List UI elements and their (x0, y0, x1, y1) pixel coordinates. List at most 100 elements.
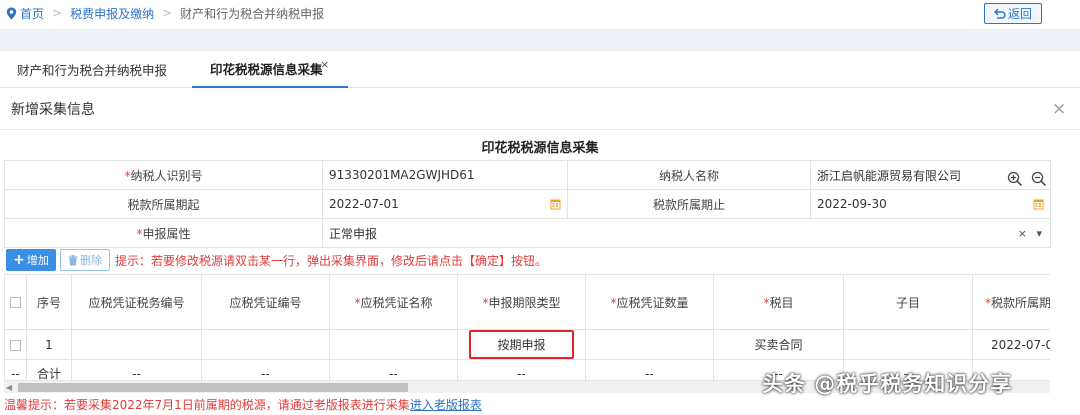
period-end-value: 2022-09-30 (817, 197, 887, 211)
tab-combined-filing[interactable]: 财产和行为税合并纳税申报 (17, 51, 167, 88)
tax-source-table: 序号 应税凭证税务编号 应税凭证编号 *应税凭证名称 *申报期限类型 *应税凭证… (4, 274, 1050, 380)
header-label: 子目 (895, 295, 920, 310)
header-label: 申报期限类型 (488, 295, 561, 310)
location-pin-icon (6, 7, 17, 19)
breadcrumb-separator-icon: > (162, 6, 173, 20)
return-arrow-icon (993, 8, 1006, 19)
breadcrumb-current: 财产和行为税合并纳税申报 (180, 6, 325, 21)
form-title: 印花税税源信息采集 (481, 140, 599, 156)
taxpayer-name-label: 纳税人名称 (567, 160, 811, 190)
table-cell: 2022-07-01 (972, 329, 1050, 360)
zoom-controls (1007, 171, 1047, 187)
breadcrumb-tax-filing[interactable]: 税费申报及缴纳 (70, 5, 154, 22)
edit-tip: 提示：若要修改税源请双击某一行，弹出采集界面，修改后请点击【确定】按钮。 (115, 253, 548, 268)
clear-icon[interactable]: × (1018, 227, 1027, 240)
breadcrumb: 首页 > 税费申报及缴纳 > 财产和行为税合并纳税申报 (0, 5, 324, 22)
taxpayer-info-table: *纳税人识别号 91330201MA2GWJHD61 纳税人名称 浙江启帆能源贸… (4, 160, 1051, 248)
zoom-in-icon[interactable] (1007, 171, 1023, 187)
header-select-all[interactable] (4, 274, 27, 330)
table-cell: -- (201, 359, 330, 380)
calendar-icon[interactable] (1033, 198, 1044, 210)
header-label: 序号 (36, 295, 61, 310)
info-row: 税款所属期起 2022-07-01 税款所属期止 2022-09-30 (4, 189, 1051, 219)
breadcrumb-bar: 首页 > 税费申报及缴纳 > 财产和行为税合并纳税申报 返回 (0, 0, 1080, 26)
tab-stamp-tax-collection[interactable]: 印花税税源信息采集 × (192, 51, 348, 88)
grid-header-row: 序号 应税凭证税务编号 应税凭证编号 *应税凭证名称 *申报期限类型 *应税凭证… (4, 274, 1050, 330)
taxpayer-id-label-text: 纳税人识别号 (130, 168, 203, 183)
header-label: 税款所属期 (991, 295, 1050, 310)
tax-source-grid[interactable]: 序号 应税凭证税务编号 应税凭证编号 *应税凭证名称 *申报期限类型 *应税凭证… (4, 274, 1050, 380)
declaration-attr-label: *申报属性 (4, 218, 323, 248)
table-cell: 1 (26, 329, 72, 360)
watermark: 头条 @税乎税务知识分享 (762, 372, 1013, 396)
zoom-out-icon[interactable] (1031, 171, 1047, 187)
table-row[interactable]: 1 按期申报 买卖合同 2022-07-01 (4, 329, 1050, 360)
breadcrumb-separator-icon: > (52, 6, 63, 20)
table-cell (201, 329, 330, 360)
table-cell (843, 329, 973, 360)
dialog-close-icon[interactable]: × (1052, 101, 1066, 118)
grid-toolbar: + 增加 删除 提示：若要修改税源请双击某一行，弹出采集界面，修改后请点击【确定… (6, 249, 547, 271)
header-cell: *税目 (713, 274, 844, 330)
chevron-down-icon[interactable]: ▾ (1036, 227, 1042, 240)
info-row: *申报属性 正常申报 × ▾ (4, 218, 1051, 248)
period-end-label: 税款所属期止 (567, 189, 811, 219)
trash-icon (68, 254, 78, 265)
period-start-field[interactable]: 2022-07-01 (322, 189, 568, 219)
table-cell: 按期申报 (457, 329, 586, 360)
table-cell: -- (329, 359, 458, 380)
select-all-checkbox[interactable] (10, 297, 21, 308)
dialog-header: 新增采集信息 × (0, 89, 1080, 130)
taxpayer-name-value: 浙江启帆能源贸易有限公司 (817, 168, 962, 183)
header-label: 应税凭证名称 (360, 295, 433, 310)
table-cell: 合计 (26, 359, 72, 380)
declaration-attr-value: 正常申报 (329, 226, 378, 241)
delete-button-label: 删除 (80, 254, 102, 267)
highlighted-period-type: 按期申报 (469, 330, 574, 359)
table-cell: -- (457, 359, 586, 380)
header-cell: *申报期限类型 (457, 274, 586, 330)
table-cell (71, 329, 202, 360)
header-label: 应税凭证编号 (229, 295, 302, 310)
row-select[interactable] (4, 329, 27, 360)
back-button-label: 返回 (1007, 7, 1032, 21)
header-label: 应税凭证税务编号 (88, 295, 185, 310)
table-cell: -- (4, 359, 27, 380)
select-controls: × ▾ (1018, 227, 1042, 240)
header-cell: *应税凭证数量 (585, 274, 714, 330)
back-button[interactable]: 返回 (984, 3, 1042, 24)
period-end-field[interactable]: 2022-09-30 (810, 189, 1051, 219)
table-cell: -- (71, 359, 202, 380)
tab-close-icon[interactable]: × (320, 58, 329, 71)
declaration-attr-select[interactable]: 正常申报 × ▾ (322, 218, 1051, 248)
taxpayer-id-label: *纳税人识别号 (4, 160, 323, 190)
tab-label: 印花税税源信息采集 (210, 62, 323, 77)
info-row: *纳税人识别号 91330201MA2GWJHD61 纳税人名称 浙江启帆能源贸… (4, 160, 1051, 190)
scroll-left-icon[interactable]: ◀ (6, 383, 12, 392)
declaration-attr-label-text: 申报属性 (142, 226, 191, 241)
warning-message: 温馨提示：若要采集2022年7月1日前属期的税源，请通过老版报表进行采集进入老版… (4, 396, 482, 413)
breadcrumb-home-label: 首页 (20, 6, 45, 21)
scrollbar-thumb[interactable] (18, 383, 408, 392)
header-cell: 序号 (26, 274, 72, 330)
header-cell: *应税凭证名称 (329, 274, 458, 330)
delete-button[interactable]: 删除 (60, 249, 110, 271)
header-cell: 子目 (843, 274, 973, 330)
table-cell: -- (585, 359, 714, 380)
header-label: 应税凭证数量 (616, 295, 689, 310)
row-checkbox[interactable] (10, 339, 21, 351)
header-cell: *税款所属期 (972, 274, 1050, 330)
breadcrumb-home[interactable]: 首页 (6, 5, 44, 22)
add-button[interactable]: + 增加 (6, 249, 56, 271)
taxpayer-id-value: 91330201MA2GWJHD61 (322, 160, 568, 190)
table-cell (585, 329, 714, 360)
header-cell: 应税凭证税务编号 (71, 274, 202, 330)
table-cell (329, 329, 458, 360)
divider-band (0, 29, 1080, 51)
header-cell: 应税凭证编号 (201, 274, 330, 330)
warning-text: 温馨提示：若要采集2022年7月1日前属期的税源，请通过老版报表进行采集 (4, 398, 410, 412)
taxpayer-name-cell: 浙江启帆能源贸易有限公司 (810, 160, 1051, 190)
plus-icon: + (13, 252, 25, 268)
old-report-link[interactable]: 进入老版报表 (410, 398, 482, 412)
calendar-icon[interactable] (550, 198, 561, 210)
